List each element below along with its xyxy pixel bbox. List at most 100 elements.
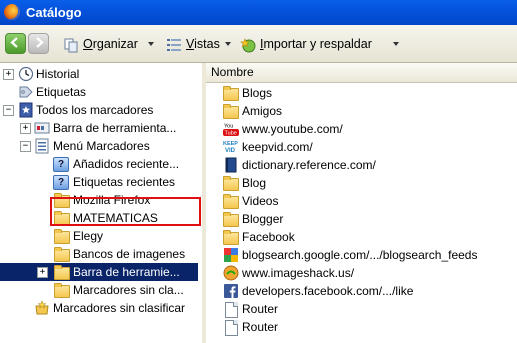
folder-icon (223, 230, 239, 245)
list-item-label: Router (242, 302, 279, 316)
expand-icon[interactable]: + (20, 123, 31, 134)
chevron-down-icon (393, 42, 399, 46)
svg-text:VID: VID (225, 148, 236, 154)
collapse-icon[interactable]: − (20, 141, 31, 152)
list-item[interactable]: Router (206, 318, 517, 336)
tree-label: Etiquetas (36, 85, 87, 99)
list-item[interactable]: Blogger (206, 210, 517, 228)
tree-item-unsorted-sub[interactable]: Marcadores sin cla... (0, 281, 202, 299)
tree-item-bancos-imagenes[interactable]: Bancos de imagenes (0, 245, 202, 263)
tree-item-bookmarks-menu[interactable]: − Menú Marcadores (0, 137, 202, 155)
list-item[interactable]: Blogs (206, 84, 517, 102)
title-bar: Catálogo (0, 0, 517, 25)
smart-folder-icon (53, 156, 69, 174)
tree-label: Etiquetas recientes (73, 175, 176, 189)
tree-label: Historial (36, 67, 80, 81)
page-icon (225, 320, 238, 336)
list-item-label: dictionary.reference.com/ (242, 158, 376, 172)
tree-label: Menú Marcadores (53, 139, 150, 153)
page-icon (225, 302, 238, 318)
tree-label: Añadidos reciente... (73, 157, 180, 171)
svg-text:KEEP: KEEP (223, 141, 238, 147)
expand-icon[interactable]: + (3, 69, 14, 80)
window-title: Catálogo (26, 5, 82, 20)
tree-label: Barra de herramienta... (53, 121, 177, 135)
import-label: Importar y respaldar (260, 37, 372, 51)
tree-item-elegy[interactable]: Elegy (0, 227, 202, 245)
folder-icon (223, 104, 239, 119)
tree-item-unsorted[interactable]: Marcadores sin clasificar (0, 299, 202, 317)
folder-icon (54, 265, 70, 280)
folder-icon (223, 194, 239, 209)
forward-button[interactable] (28, 33, 49, 54)
list-item-label: www.imageshack.us/ (242, 266, 355, 280)
tree-item-historial[interactable]: + Historial (0, 65, 202, 83)
back-button[interactable] (5, 33, 26, 54)
facebook-icon (224, 284, 238, 298)
import-backup-menu[interactable]: Importar y respaldar (240, 37, 400, 53)
keepvid-icon: KEEP VID (223, 139, 239, 155)
list-item-label: Facebook (242, 230, 295, 244)
organize-menu[interactable]: Organizar (63, 37, 154, 53)
list-item-label: developers.facebook.com/.../like (242, 284, 414, 298)
list-item-label: Blogger (242, 212, 284, 226)
bookmarks-library-icon (19, 102, 33, 118)
tree-label: Todos los marcadores (36, 103, 154, 117)
column-header-label: Nombre (211, 65, 254, 79)
folder-icon (54, 283, 70, 298)
clock-icon (18, 66, 34, 82)
imageshack-icon (223, 265, 239, 281)
smart-folder-icon (53, 174, 69, 192)
dictionary-book-icon (225, 157, 237, 173)
svg-text:Tube: Tube (225, 131, 237, 137)
tag-icon (19, 86, 33, 98)
list-item[interactable]: blogsearch.google.com/.../blogsearch_fee… (206, 246, 517, 264)
views-menu[interactable]: Vistas (166, 37, 231, 53)
chevron-down-icon (148, 42, 154, 46)
list-item[interactable]: You Tube www.youtube.com/ (206, 120, 517, 138)
list-item-label: www.youtube.com/ (242, 122, 343, 136)
list-item-label: Router (242, 320, 279, 334)
organize-label: Organizar (83, 37, 138, 51)
toolbar-folder-icon (34, 122, 50, 134)
views-icon (167, 39, 181, 51)
list-item[interactable]: dictionary.reference.com/ (206, 156, 517, 174)
bookmarks-list[interactable]: Nombre Blogs Amigos You Tube www.youtube… (206, 63, 517, 343)
toolbar: Organizar Vistas Importar y respaldar (0, 25, 517, 63)
list-item[interactable]: KEEP VID keepvid.com/ (206, 138, 517, 156)
youtube-icon: You Tube (223, 122, 239, 137)
tree-label: Bancos de imagenes (73, 247, 186, 261)
tree-item-recent-tags[interactable]: Etiquetas recientes (0, 173, 202, 192)
tree-item-all-bookmarks[interactable]: − Todos los marcadores (0, 101, 202, 119)
tree-item-recent-added[interactable]: Añadidos reciente... (0, 155, 202, 174)
expand-icon[interactable]: + (37, 267, 48, 278)
unsorted-bookmarks-icon (35, 300, 49, 315)
folder-icon (54, 229, 70, 244)
folder-icon (223, 86, 239, 101)
list-item-label: Blogs (242, 86, 273, 100)
list-item[interactable]: www.imageshack.us/ (206, 264, 517, 282)
list-item[interactable]: Router (206, 300, 517, 318)
tree-label: Marcadores sin cla... (73, 283, 184, 297)
tree-item-toolbar-selected[interactable]: + Barra de herramie... (0, 263, 198, 281)
list-item[interactable]: Amigos (206, 102, 517, 120)
column-header-name[interactable]: Nombre (206, 63, 517, 83)
catalog-window: Catálogo Organizar Vistas Importar y res… (0, 0, 517, 343)
list-item-label: Amigos (242, 104, 283, 118)
tree-item-etiquetas[interactable]: Etiquetas (0, 83, 202, 101)
list-item[interactable]: Videos (206, 192, 517, 210)
list-item[interactable]: Facebook (206, 228, 517, 246)
folder-icon (223, 212, 239, 227)
tree-label: Marcadores sin clasificar (53, 301, 186, 315)
list-item[interactable]: developers.facebook.com/.../like (206, 282, 517, 300)
tree-item-bookmarks-toolbar[interactable]: + Barra de herramienta... (0, 119, 202, 137)
list-item-label: keepvid.com/ (242, 140, 313, 154)
list-item-label: Blog (242, 176, 267, 190)
back-arrow-icon (10, 37, 18, 48)
list-item[interactable]: Blog (206, 174, 517, 192)
folder-icon (54, 247, 70, 262)
collapse-icon[interactable]: − (3, 105, 14, 116)
tree-label: Elegy (73, 229, 104, 243)
forward-arrow-icon (36, 37, 44, 48)
chevron-down-icon (225, 42, 231, 46)
